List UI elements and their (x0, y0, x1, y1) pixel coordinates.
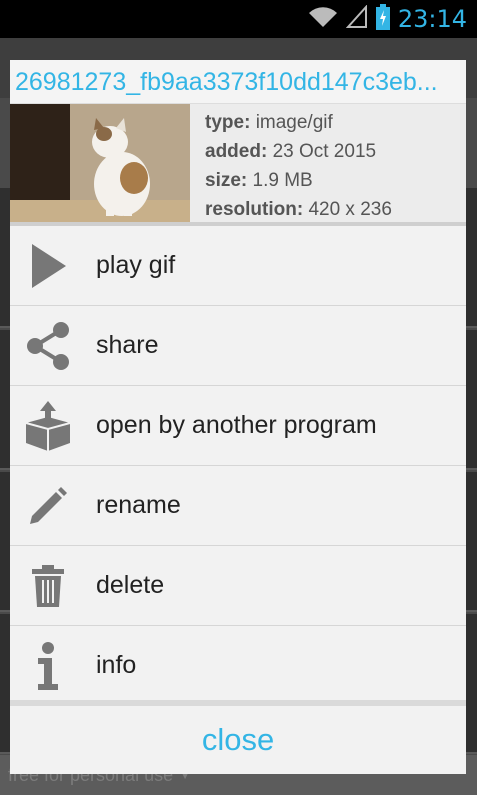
detail-size: size: 1.9 MB (205, 166, 392, 195)
menu-item-label: open by another program (96, 411, 377, 439)
status-clock: 23:14 (397, 5, 467, 33)
dialog-title: 26981273_fb9aa3373f10dd147c3eb... (10, 60, 466, 104)
file-options-dialog: 26981273_fb9aa3373f10dd147c3eb... type: … (10, 60, 466, 774)
thumbnail-image (10, 104, 190, 222)
detail-type: type: image/gif (205, 108, 392, 137)
detail-resolution-value: 420 x 236 (308, 199, 392, 220)
menu-item-label: delete (96, 571, 165, 599)
signal-icon (345, 3, 368, 34)
menu-item-delete[interactable]: delete (10, 546, 466, 626)
wifi-icon (308, 5, 338, 34)
menu-item-label: info (96, 651, 137, 679)
menu-item-label: share (96, 331, 159, 359)
menu-item-label: rename (96, 491, 181, 519)
menu-item-label: play gif (96, 251, 176, 279)
play-icon (10, 226, 86, 306)
menu-item-share[interactable]: share (10, 306, 466, 386)
file-details: type: image/gif added: 23 Oct 2015 size:… (190, 104, 392, 222)
battery-charging-icon (375, 3, 390, 35)
detail-resolution-label: resolution: (205, 199, 304, 220)
status-bar: 23:14 (0, 0, 477, 38)
detail-added-value: 23 Oct 2015 (272, 141, 377, 162)
detail-size-value: 1.9 MB (252, 170, 313, 191)
close-button[interactable]: close (202, 722, 274, 758)
pencil-icon (10, 466, 86, 546)
detail-added: added: 23 Oct 2015 (205, 137, 392, 166)
info-icon (10, 626, 86, 706)
detail-size-label: size: (205, 170, 248, 191)
detail-added-label: added: (205, 141, 268, 162)
detail-type-value: image/gif (255, 112, 333, 133)
menu-item-rename[interactable]: rename (10, 466, 466, 546)
menu-item-info[interactable]: info (10, 626, 466, 706)
open-box-icon (10, 386, 86, 466)
file-preview: type: image/gif added: 23 Oct 2015 size:… (10, 104, 466, 226)
detail-resolution: resolution: 420 x 236 (205, 195, 392, 224)
menu-item-open-by-another-program[interactable]: open by another program (10, 386, 466, 466)
detail-type-label: type: (205, 112, 251, 133)
share-icon (10, 306, 86, 386)
trash-icon (10, 546, 86, 626)
close-button-bar: close (10, 700, 466, 774)
menu-item-play-gif[interactable]: play gif (10, 226, 466, 306)
